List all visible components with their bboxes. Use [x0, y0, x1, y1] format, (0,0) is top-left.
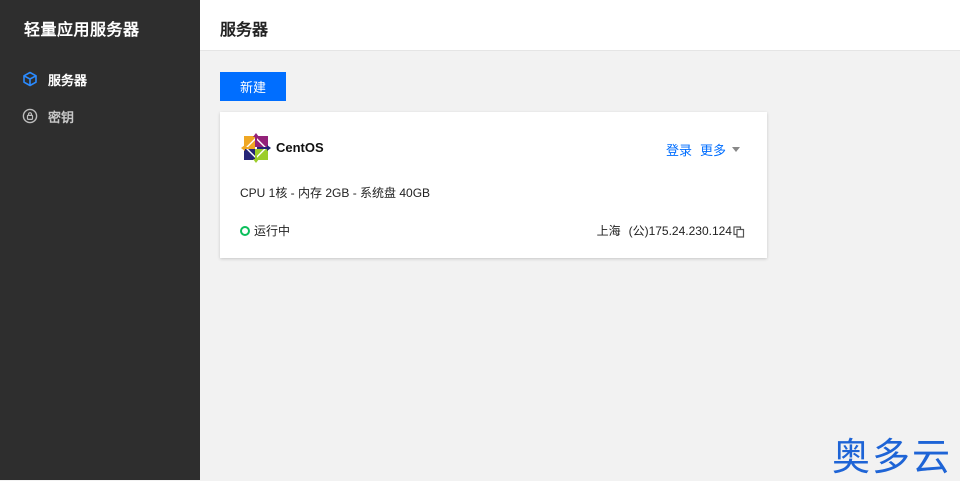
sidebar-item-label: 服务器 — [48, 72, 88, 88]
copy-icon[interactable] — [733, 226, 745, 238]
status-indicator: 运行中 — [240, 222, 290, 239]
login-link[interactable]: 登录 — [666, 140, 692, 159]
sidebar-item-keys[interactable]: 密钥 — [22, 106, 74, 126]
key-icon — [22, 108, 38, 124]
ip-address: (公)175.24.230.124 — [628, 224, 732, 238]
region-label: 上海 — [596, 224, 621, 238]
page-title: 服务器 — [220, 22, 269, 39]
caret-down-icon — [732, 147, 741, 152]
os-name: CentOS — [276, 140, 324, 155]
sidebar-item-servers[interactable]: 服务器 — [22, 69, 87, 89]
status-text: 运行中 — [254, 224, 291, 238]
server-card: CentOS 登录 更多 CPU 1核 - 内存 2GB - 系统盘 40GB … — [220, 112, 767, 258]
new-button[interactable]: 新建 — [220, 72, 286, 101]
sidebar: 轻量应用服务器 服务器 密钥 — [0, 0, 200, 480]
cube-icon — [22, 71, 38, 87]
server-location: 上海 (公)175.24.230.124 — [597, 222, 745, 239]
centos-logo-icon — [241, 133, 271, 163]
more-label: 更多 — [700, 143, 727, 158]
status-dot-icon — [240, 225, 250, 236]
watermark-logo: 奥多云 — [832, 435, 953, 479]
more-dropdown[interactable]: 更多 — [700, 140, 741, 159]
top-bar: 服务器 — [200, 0, 960, 51]
sidebar-item-label: 密钥 — [48, 109, 75, 125]
app-title: 轻量应用服务器 — [24, 22, 140, 39]
server-spec: CPU 1核 - 内存 2GB - 系统盘 40GB — [240, 186, 431, 200]
